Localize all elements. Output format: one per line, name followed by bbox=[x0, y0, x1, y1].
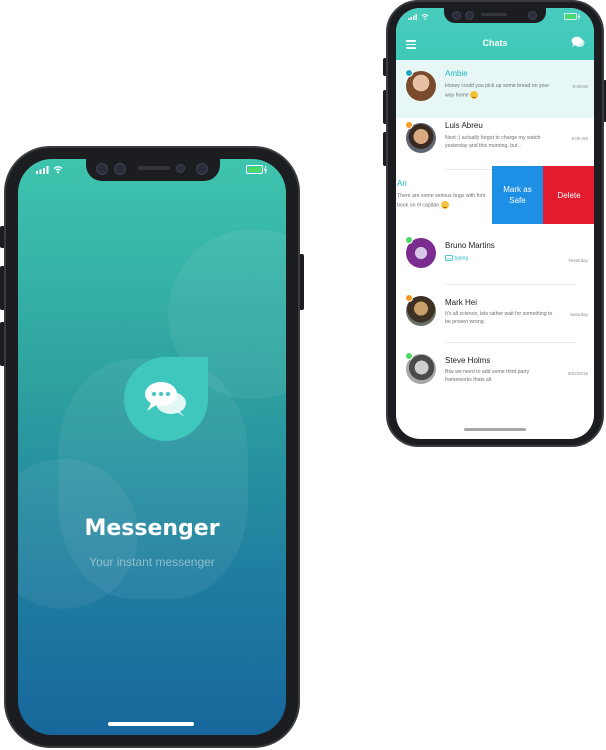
signal-icon bbox=[408, 14, 417, 20]
message-time: 8/02/2016 bbox=[567, 371, 588, 376]
message-time: 8:00 AM bbox=[571, 136, 588, 141]
typing-label: typing bbox=[454, 255, 469, 262]
chat-item-mark-hei[interactable]: Mark Hei It's all science, lets rather w… bbox=[396, 285, 594, 343]
chat-item-bruno-martins[interactable]: Bruno Martins typing Yesterday bbox=[396, 227, 594, 285]
battery-icon bbox=[246, 165, 268, 174]
app-subtitle: Your instant messenger bbox=[89, 555, 215, 569]
chat-bubble-icon[interactable] bbox=[571, 36, 585, 48]
delete-button[interactable]: Delete bbox=[543, 166, 594, 224]
contact-name: Mark Hei bbox=[445, 298, 478, 307]
typing-indicator: typing bbox=[445, 255, 557, 263]
header-title: Chats bbox=[482, 38, 508, 48]
chat-item-steve-holms[interactable]: Steve Holms Btw we need to add some thir… bbox=[396, 343, 594, 401]
battery-icon bbox=[564, 13, 581, 20]
contact-name: Steve Holms bbox=[445, 356, 491, 365]
speaker-grille bbox=[481, 13, 507, 16]
splash-screen: Messenger Your instant messenger bbox=[18, 159, 286, 735]
message-time: Saturday bbox=[569, 312, 588, 317]
presence-dot bbox=[405, 294, 413, 302]
contact-name: Ari bbox=[397, 179, 407, 188]
wifi-icon bbox=[421, 14, 429, 20]
presence-dot bbox=[405, 236, 413, 244]
message-preview: There are some serious bugs with font bo… bbox=[397, 193, 489, 209]
message-preview: Next :) actually forgot to charge my wat… bbox=[445, 135, 541, 149]
front-camera bbox=[96, 163, 108, 175]
smile-emoji-icon bbox=[470, 90, 479, 99]
presence-dot bbox=[405, 121, 413, 129]
chat-bubbles-icon bbox=[145, 382, 186, 417]
face-sensor bbox=[196, 163, 208, 175]
phone-chats: Chats Ambie Honey could you pick up some… bbox=[383, 0, 606, 447]
mark-as-safe-button[interactable]: Mark as Safe bbox=[492, 166, 543, 224]
swipe-actions: Mark as Safe Delete bbox=[492, 166, 594, 224]
contact-name: Luis Abreu bbox=[445, 121, 483, 130]
message-time: 8:30AM bbox=[572, 84, 588, 89]
message-preview: Honey could you pick up some bread on yo… bbox=[445, 83, 557, 99]
notch bbox=[444, 8, 546, 23]
app-logo bbox=[124, 357, 208, 441]
keyboard-icon bbox=[445, 255, 453, 261]
message-text: Honey could you pick up some bread on yo… bbox=[445, 83, 550, 98]
chats-screen: Chats Ambie Honey could you pick up some… bbox=[396, 8, 594, 439]
smile-emoji-icon bbox=[440, 200, 449, 209]
chat-item-ari-swiped[interactable]: Ari There are some serious bugs with fon… bbox=[396, 166, 594, 224]
face-sensor bbox=[528, 11, 537, 20]
app-title: Messenger bbox=[84, 516, 220, 541]
speaker-grille bbox=[138, 166, 170, 170]
home-indicator[interactable] bbox=[464, 428, 526, 431]
sensor bbox=[114, 163, 126, 175]
chat-item-luis-abreu[interactable]: Luis Abreu Next :) actually forgot to ch… bbox=[396, 112, 594, 170]
wifi-icon bbox=[53, 166, 63, 174]
notch bbox=[86, 159, 220, 181]
signal-icon bbox=[36, 166, 49, 174]
proximity-sensor bbox=[176, 164, 185, 173]
presence-dot bbox=[405, 352, 413, 360]
message-time: Yesterday bbox=[568, 258, 588, 263]
message-preview: Btw we need to add some third party fram… bbox=[445, 369, 530, 383]
contact-name: Bruno Martins bbox=[445, 241, 495, 250]
sensor bbox=[465, 11, 474, 20]
front-camera bbox=[452, 11, 461, 20]
phone-splash: Messenger Your instant messenger bbox=[0, 146, 304, 748]
contact-name: Ambie bbox=[445, 69, 468, 78]
message-preview: It's all science, lets rather wait for s… bbox=[445, 311, 553, 325]
home-indicator[interactable] bbox=[108, 722, 194, 726]
chat-item-ambie[interactable]: Ambie Honey could you pick up some bread… bbox=[396, 60, 594, 118]
presence-dot bbox=[405, 69, 413, 77]
